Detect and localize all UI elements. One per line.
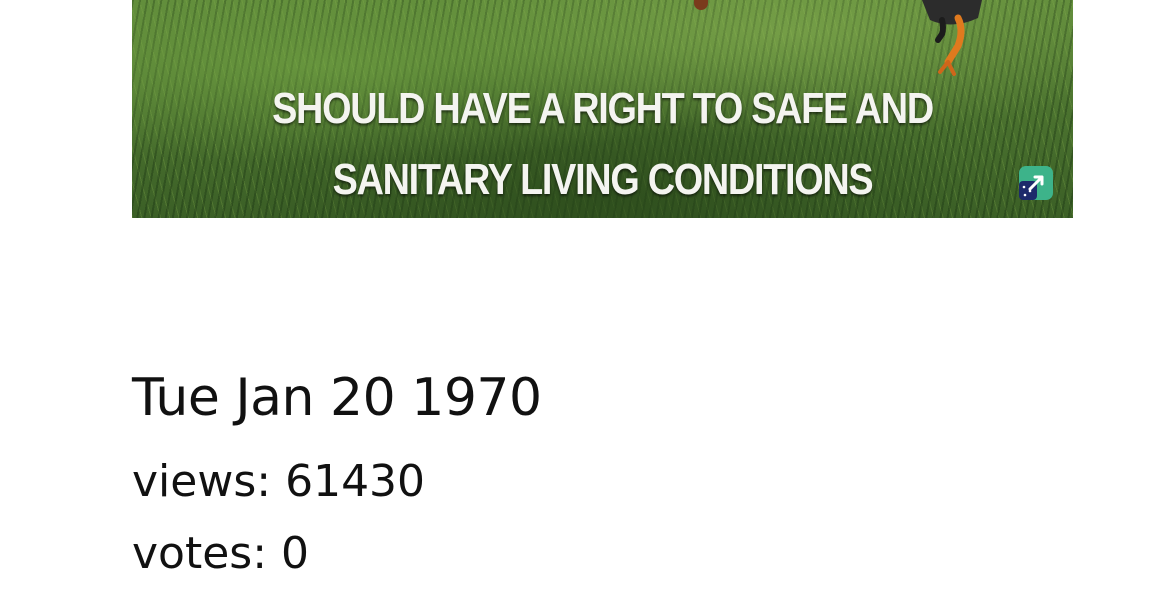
views-count: views: 61430 <box>132 460 425 504</box>
video-caption-line-1: SHOULD HAVE A RIGHT TO SAFE AND <box>272 84 934 133</box>
bird-legs-graphic <box>922 0 982 76</box>
votes-value: 0 <box>281 528 310 579</box>
votes-count: votes: 0 <box>132 532 309 576</box>
post-date: Tue Jan 20 1970 <box>132 368 542 428</box>
views-value: 61430 <box>285 456 426 507</box>
channel-logo-icon[interactable] <box>1018 165 1054 201</box>
video-caption-line-2: SANITARY LIVING CONDITIONS <box>332 155 874 204</box>
votes-label: votes: <box>132 528 268 579</box>
views-label: views: <box>132 456 272 507</box>
bird-beak-fragment <box>694 0 708 10</box>
video-thumbnail[interactable]: SHOULD HAVE A RIGHT TO SAFE AND SANITARY… <box>132 0 1073 218</box>
